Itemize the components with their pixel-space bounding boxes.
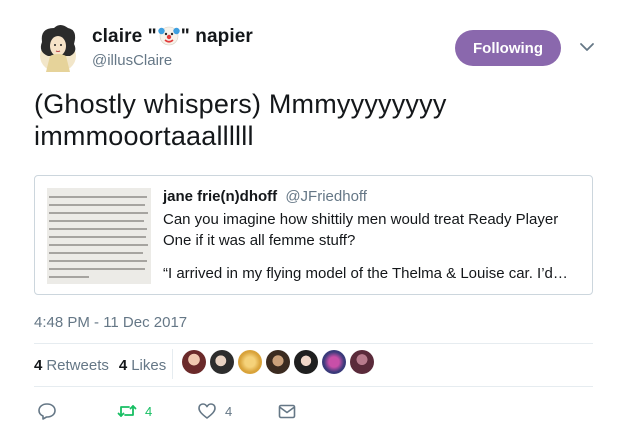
clown-face-icon — [158, 24, 180, 46]
quoted-author-name: jane frie(n)dhoff — [163, 188, 278, 205]
stats-separator — [172, 349, 173, 379]
liker-avatar[interactable] — [238, 350, 262, 374]
direct-message-button[interactable] — [277, 400, 297, 422]
divider-top — [34, 343, 593, 344]
author-name-part-1: claire " — [92, 26, 157, 47]
following-button[interactable]: Following — [455, 30, 561, 66]
author-handle[interactable]: @illusClaire — [92, 52, 172, 69]
retweet-count: 4 — [145, 403, 153, 419]
author-display-name[interactable]: claire " " napier — [92, 24, 253, 48]
retweets-stat[interactable]: 4 Retweets — [34, 357, 109, 374]
tweet-text: (Ghostly whispers) Mmmyyyyyyyy immmooort… — [34, 89, 447, 151]
envelope-icon — [278, 404, 296, 419]
author-avatar[interactable] — [34, 22, 82, 74]
like-button[interactable]: 4 — [197, 400, 232, 422]
liker-avatar[interactable] — [350, 350, 374, 374]
reply-button[interactable] — [37, 400, 57, 422]
retweet-icon — [117, 405, 137, 417]
liker-avatar[interactable] — [182, 350, 206, 374]
retweets-label: Retweets — [46, 357, 109, 374]
like-count: 4 — [225, 403, 233, 419]
tweet-stats: 4 Retweets 4 Likes — [34, 357, 176, 374]
likes-label: Likes — [131, 357, 167, 374]
quoted-author-handle: @JFriedhoff — [285, 188, 367, 205]
retweets-count: 4 — [34, 357, 43, 374]
quoted-tweet-header: jane frie(n)dhoff @JFriedhoff — [163, 188, 367, 205]
heart-icon — [198, 403, 216, 419]
divider-bottom — [34, 386, 593, 387]
liker-avatar[interactable] — [266, 350, 290, 374]
tweet-timestamp[interactable]: 4:48 PM - 11 Dec 2017 — [34, 314, 187, 331]
likes-count: 4 — [118, 357, 128, 374]
liker-avatar[interactable] — [322, 350, 346, 374]
retweet-button[interactable]: 4 — [117, 400, 152, 422]
quoted-tweet-text-continued: “I arrived in my flying model of the The… — [163, 265, 568, 282]
liker-avatar[interactable] — [210, 350, 234, 374]
quoted-tweet-text: Can you imagine how shittily men would t… — [163, 211, 559, 249]
liker-avatar[interactable] — [294, 350, 318, 374]
author-name-part-2: " napier — [180, 26, 253, 47]
quoted-tweet-body: Can you imagine how shittily men would t… — [163, 209, 583, 294]
reply-icon — [38, 403, 56, 420]
quoted-tweet-card[interactable]: jane frie(n)dhoff @JFriedhoff Can you im… — [34, 175, 593, 295]
likes-stat[interactable]: 4 Likes — [119, 357, 166, 374]
chevron-down-icon[interactable] — [578, 38, 596, 56]
quoted-tweet-image[interactable] — [47, 188, 151, 284]
likers-avatars — [182, 350, 378, 374]
